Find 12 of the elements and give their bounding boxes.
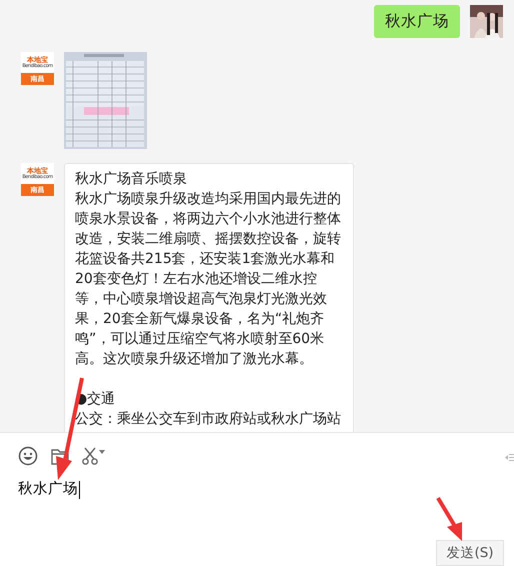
emoji-icon[interactable] [18,446,38,466]
message-text: 公交：乘坐公交车到市政府站或秋水广场站 [75,410,342,429]
message-text: 秋水广场音乐喷泉 [75,170,188,189]
text-cursor [79,481,80,499]
caret-icon[interactable] [99,450,105,454]
folder-icon[interactable] [51,448,69,464]
scissors-icon[interactable] [82,447,98,465]
avatar[interactable] [470,5,503,38]
message-text: 秋水广场 [385,11,449,32]
arrow [436,496,462,541]
message-text: 秋水广场喷泉升级改造均采用国内最先进的喷泉水景设备，将两边六个小水池进行整体改造，安装二维扇喷、摇摆数控设备，旋转花篮设备共215套，还安装1套激光水幕和20套变色灯！左右水池还增设二维水控等，中心喷泉增设超高气泡泉灯光激光效果，20套全新气爆泉设备，名为“礼炮齐鸣”，可以通过压缩空气将水喷射至60米高。这次喷泉升级还增加了激光水幕。 [75,190,342,369]
send-button[interactable]: 发送(S) [436,540,504,566]
